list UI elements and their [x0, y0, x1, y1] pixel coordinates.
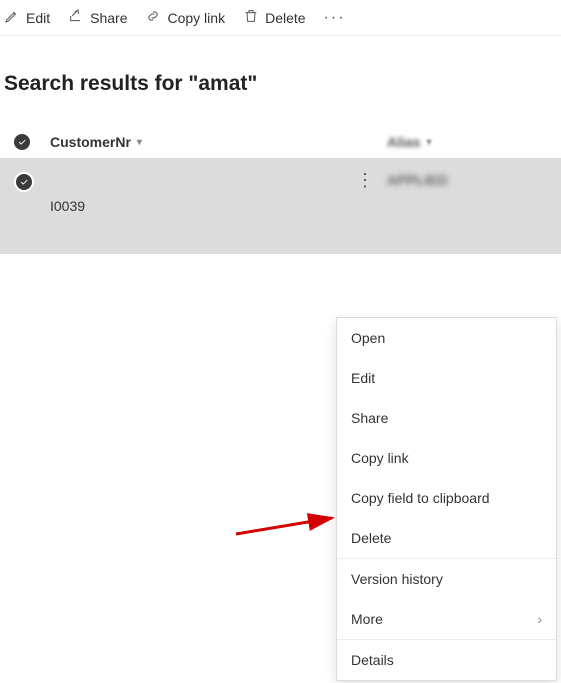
- cell-customernr: I0039: [50, 198, 85, 214]
- check-circle-icon: [14, 172, 34, 192]
- edit-button[interactable]: Edit: [4, 8, 50, 27]
- more-actions-button[interactable]: ···: [324, 9, 346, 27]
- ctx-version-history-label: Version history: [351, 571, 443, 587]
- column-customernr-label: CustomerNr: [50, 134, 131, 150]
- ctx-edit-label: Edit: [351, 370, 375, 386]
- column-alias[interactable]: Alias ▾: [387, 134, 547, 150]
- share-label: Share: [90, 10, 127, 26]
- chevron-right-icon: ›: [537, 611, 542, 627]
- chevron-down-icon: ▾: [137, 137, 142, 148]
- table-header: CustomerNr ▾ Alias ▾: [0, 126, 561, 158]
- delete-label: Delete: [265, 10, 305, 26]
- ctx-copylink-label: Copy link: [351, 450, 409, 466]
- ctx-details-label: Details: [351, 652, 394, 668]
- ctx-copyfield-label: Copy field to clipboard: [351, 490, 490, 506]
- ctx-more-label: More: [351, 611, 383, 627]
- page-title: Search results for "amat": [4, 72, 561, 96]
- ctx-version-history[interactable]: Version history: [337, 558, 556, 599]
- cell-alias: APPLIED: [387, 172, 448, 188]
- row-more-button[interactable]: ⋮: [350, 170, 380, 191]
- ctx-more[interactable]: More ›: [337, 599, 556, 639]
- ctx-delete-label: Delete: [351, 530, 391, 546]
- pencil-icon: [4, 8, 20, 27]
- copylink-button[interactable]: Copy link: [145, 8, 225, 27]
- ctx-share-label: Share: [351, 410, 388, 426]
- trash-icon: [243, 8, 259, 27]
- copylink-label: Copy link: [167, 10, 225, 26]
- check-circle-icon: [14, 134, 30, 150]
- delete-button[interactable]: Delete: [243, 8, 305, 27]
- edit-label: Edit: [26, 10, 50, 26]
- column-alias-label: Alias: [387, 134, 420, 150]
- chevron-down-icon: ▾: [426, 137, 431, 148]
- column-customernr[interactable]: CustomerNr ▾: [50, 134, 387, 150]
- ctx-share[interactable]: Share: [337, 398, 556, 438]
- select-all[interactable]: [14, 134, 50, 150]
- ctx-copylink[interactable]: Copy link: [337, 438, 556, 478]
- ctx-open-label: Open: [351, 330, 385, 346]
- ctx-copyfield[interactable]: Copy field to clipboard: [337, 478, 556, 518]
- row-select[interactable]: [14, 172, 50, 192]
- ctx-edit[interactable]: Edit: [337, 358, 556, 398]
- ctx-details[interactable]: Details: [337, 639, 556, 680]
- share-button[interactable]: Share: [68, 8, 127, 27]
- context-menu: Open Edit Share Copy link Copy field to …: [336, 317, 557, 681]
- table-row[interactable]: I0039 ⋮ APPLIED: [0, 158, 561, 254]
- ctx-open[interactable]: Open: [337, 318, 556, 358]
- arrow-annotation: [234, 512, 344, 542]
- ctx-delete[interactable]: Delete: [337, 518, 556, 558]
- link-icon: [145, 8, 161, 27]
- command-bar: Edit Share Copy link Delete ···: [0, 0, 561, 36]
- share-icon: [68, 8, 84, 27]
